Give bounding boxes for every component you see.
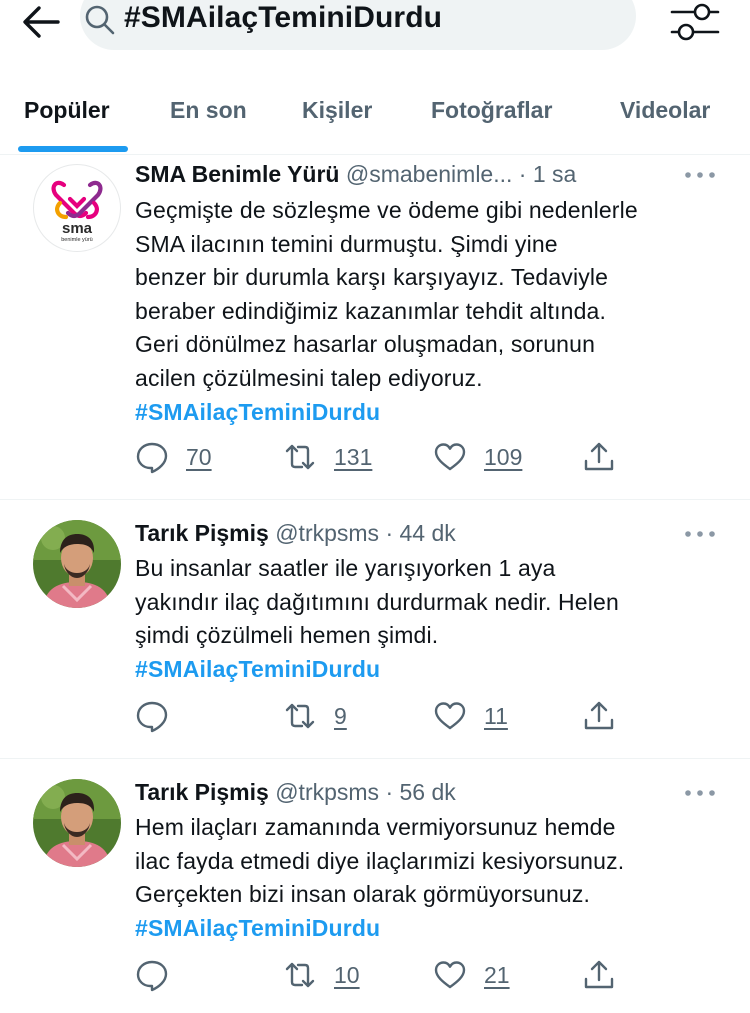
more-icon xyxy=(685,790,715,796)
author-name[interactable]: Tarık Pişmiş xyxy=(135,779,269,805)
tweet-text-line: Geri dönülmez hasarlar oluşmadan, sorunu… xyxy=(135,331,596,358)
hashtag-link[interactable]: #SMAilaçTeminiDurdu xyxy=(135,396,735,430)
retweet-count: 131 xyxy=(334,443,373,470)
tweet-text-line: beraber edindiğimiz kazanımlar tehdit al… xyxy=(135,297,606,324)
reply-icon xyxy=(136,960,168,992)
reply-icon xyxy=(136,442,168,474)
search-tabs: Popüler En son Kişiler Fotoğraflar Video… xyxy=(0,84,750,155)
tweet-time[interactable]: 1 sa xyxy=(533,161,576,187)
active-tab-indicator xyxy=(18,146,128,152)
tab-popular[interactable]: Popüler xyxy=(24,84,110,154)
logo-title: sma xyxy=(62,220,93,237)
tweet-text-line: Hem ilaçları zamanında vermiyorsunuz hem… xyxy=(135,814,616,840)
tweet-actions: 9 11 xyxy=(135,696,735,736)
profile-photo xyxy=(33,779,121,867)
tweet-text: Geçmişte de sözleşme ve ödeme gibi neden… xyxy=(135,194,735,429)
tweet[interactable]: sma benimle yürü SMA Benimle Yürü @smabe… xyxy=(0,154,750,500)
tab-people[interactable]: Kişiler xyxy=(302,84,372,154)
share-button[interactable] xyxy=(582,955,616,995)
tweet-header: Tarık Pişmiş @trkpsms · 56 dk xyxy=(135,779,456,805)
heart-icon xyxy=(434,702,466,730)
tweet-text-line: Gerçekten bizi insan olarak görmüyorsunu… xyxy=(135,881,591,908)
share-button[interactable] xyxy=(582,437,616,477)
profile-photo xyxy=(33,520,121,608)
retweet-count: 9 xyxy=(334,702,347,729)
like-button[interactable]: 21 xyxy=(433,955,510,995)
author-name[interactable]: Tarık Pişmiş xyxy=(135,520,269,546)
filter-button[interactable] xyxy=(670,2,720,42)
search-query[interactable]: #SMAilaçTeminiDurdu xyxy=(124,1,442,35)
tweet-text-line: Bu insanlar saatler ile yarışıyorken 1 a… xyxy=(135,555,556,581)
heart-icon xyxy=(434,443,466,471)
avatar[interactable]: sma benimle yürü xyxy=(33,164,121,252)
more-options-button[interactable] xyxy=(683,165,717,185)
tab-latest[interactable]: En son xyxy=(170,84,247,154)
tab-photos[interactable]: Fotoğraflar xyxy=(431,84,552,154)
tweet-time[interactable]: 44 dk xyxy=(400,520,456,546)
tweet-header: Tarık Pişmiş @trkpsms · 44 dk xyxy=(135,520,456,546)
retweet-button[interactable]: 10 xyxy=(283,955,360,995)
more-icon xyxy=(685,531,715,537)
tweet-text-line: benzer bir durumla karşı karşıyayız. Ted… xyxy=(135,264,609,291)
tweet-text-line: ilac fayda etmedi diye ilaçlarımizi kesi… xyxy=(135,847,625,874)
more-options-button[interactable] xyxy=(683,783,717,803)
author-handle[interactable]: @trkpsms xyxy=(275,779,379,805)
heart-icon xyxy=(434,961,466,989)
share-icon xyxy=(584,960,614,989)
retweet-icon xyxy=(285,444,315,470)
author-handle[interactable]: @trkpsms xyxy=(275,520,379,546)
tweet-text: Hem ilaçları zamanında vermiyorsunuz hem… xyxy=(135,811,735,945)
tweet[interactable]: Tarık Pişmiş @trkpsms · 44 dk Bu insanla… xyxy=(0,500,750,759)
share-icon xyxy=(584,701,614,730)
hashtag-link[interactable]: #SMAilaçTeminiDurdu xyxy=(135,912,735,946)
hashtag-link[interactable]: #SMAilaçTeminiDurdu xyxy=(135,653,735,687)
share-button[interactable] xyxy=(582,696,616,736)
arrow-left-icon xyxy=(23,6,60,38)
top-bar: #SMAilaçTeminiDurdu xyxy=(0,0,750,52)
tweet-text-line: SMA ilacının temini durmuştu. Şimdi yine xyxy=(135,230,558,257)
share-icon xyxy=(584,442,614,471)
retweet-icon xyxy=(285,962,315,988)
retweet-count: 10 xyxy=(334,961,360,988)
search-icon xyxy=(85,5,115,35)
like-count: 11 xyxy=(484,702,508,729)
back-button[interactable] xyxy=(20,2,62,42)
sma-logo-icon: sma benimle yürü xyxy=(51,180,103,243)
tweet-actions: 70 131 109 xyxy=(135,437,735,477)
tweet-actions: 10 21 xyxy=(135,955,735,995)
tweet-text-line: Geçmişte de sözleşme ve ödeme gibi neden… xyxy=(135,197,638,223)
reply-button[interactable] xyxy=(135,696,186,736)
more-icon xyxy=(685,172,715,178)
like-button[interactable]: 109 xyxy=(433,437,522,477)
reply-button[interactable]: 70 xyxy=(135,437,212,477)
author-handle[interactable]: @smabenimle... xyxy=(346,161,513,187)
tweet-text-line: acilen çözülmesini talep ediyoruz. xyxy=(135,364,483,391)
like-count: 109 xyxy=(484,443,523,470)
like-button[interactable]: 11 xyxy=(433,696,508,736)
reply-button[interactable] xyxy=(135,955,186,995)
like-count: 21 xyxy=(484,961,510,988)
avatar[interactable] xyxy=(33,520,121,608)
tab-videos[interactable]: Videolar xyxy=(620,84,710,154)
retweet-button[interactable]: 131 xyxy=(283,437,372,477)
tweet-header: SMA Benimle Yürü @smabenimle... · 1 sa xyxy=(135,161,577,187)
author-name[interactable]: SMA Benimle Yürü xyxy=(135,161,339,187)
tweet[interactable]: Tarık Pişmiş @trkpsms · 56 dk Hem ilaçla… xyxy=(0,759,750,1013)
reply-icon xyxy=(136,701,168,733)
retweet-button[interactable]: 9 xyxy=(283,696,347,736)
tweet-text-line: şimdi çözülmeli hemen şimdi. xyxy=(135,622,439,649)
retweet-icon xyxy=(285,703,315,729)
more-options-button[interactable] xyxy=(683,524,717,544)
logo-subtitle: benimle yürü xyxy=(61,237,93,243)
tweet-text: Bu insanlar saatler ile yarışıyorken 1 a… xyxy=(135,552,735,686)
avatar[interactable] xyxy=(33,779,121,867)
tweet-text-line: yakındır ilaç dağıtımını durdurmak nedir… xyxy=(135,588,619,615)
sliders-icon xyxy=(670,3,720,41)
reply-count: 70 xyxy=(186,443,212,470)
tweet-time[interactable]: 56 dk xyxy=(400,779,456,805)
